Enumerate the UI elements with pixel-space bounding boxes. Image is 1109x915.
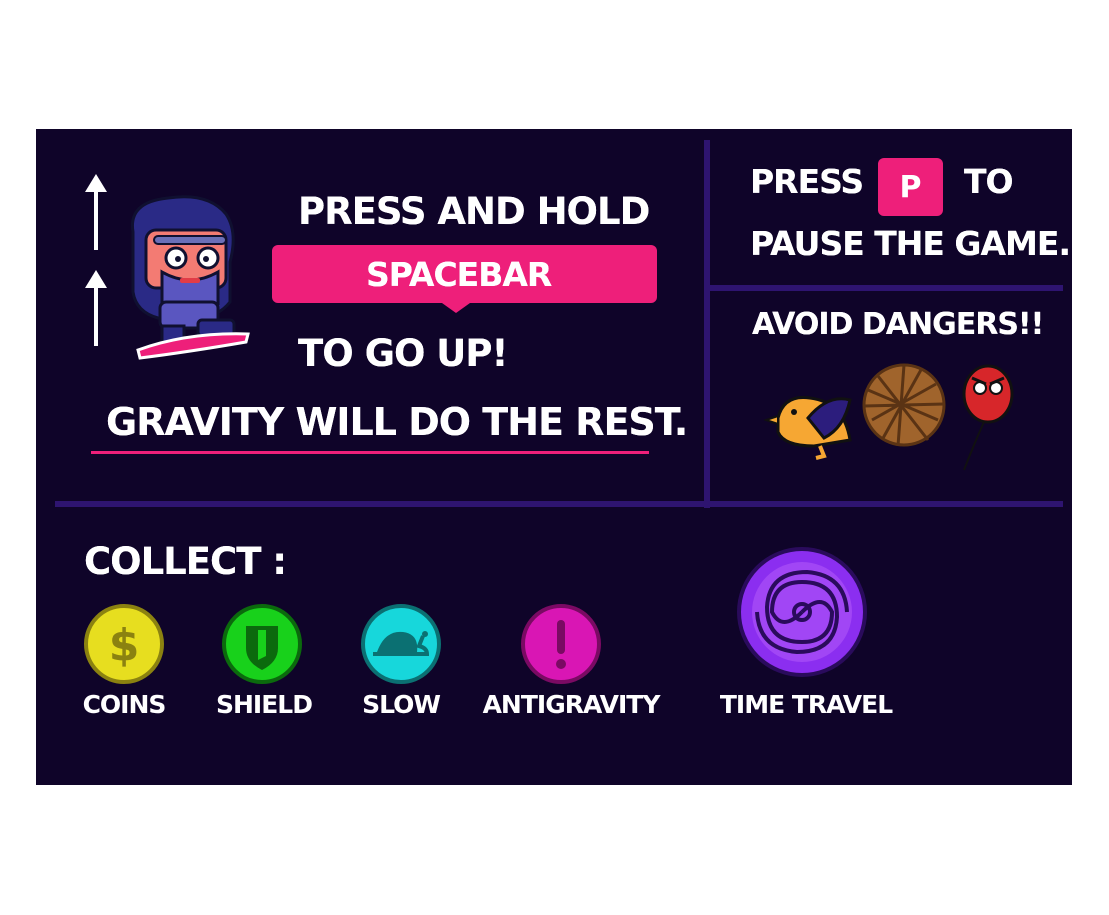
gravity-note-text: GRAVITY WILL DO THE REST. [106, 400, 688, 444]
slow-label: SLOW [362, 690, 441, 719]
tumbleweed-icon [862, 363, 946, 447]
antigravity-icon [521, 604, 601, 684]
press-and-hold-text: PRESS AND HOLD [298, 190, 650, 233]
pause-game-text: PAUSE THE GAME. [750, 224, 1071, 263]
press-text: PRESS [750, 162, 864, 201]
snail-icon [361, 604, 441, 684]
gravity-underline [91, 451, 649, 454]
spacebar-label: SPACEBAR [366, 255, 552, 294]
to-go-up-text: TO GO UP! [298, 332, 508, 375]
up-arrow-icon [85, 174, 107, 250]
up-arrow-icon [85, 270, 107, 346]
vortex-icon [737, 547, 867, 677]
avoid-dangers-title: AVOID DANGERS!! [752, 307, 1044, 342]
svg-text:$: $ [109, 620, 140, 671]
shield-icon [222, 604, 302, 684]
bird-icon [764, 395, 852, 460]
main-horizontal-divider [55, 501, 1063, 507]
vertical-divider [704, 140, 710, 508]
time-travel-label: TIME TRAVEL [719, 690, 893, 719]
to-text: TO [964, 162, 1014, 201]
collect-title: COLLECT : [84, 540, 287, 583]
shield-label: SHIELD [216, 690, 313, 719]
angry-balloon-icon [962, 364, 1014, 471]
player-character-icon [130, 195, 250, 360]
dollar-coin-icon: $ [84, 604, 164, 684]
antigravity-label: ANTIGRAVITY [482, 690, 661, 719]
pause-key: P [878, 158, 943, 216]
right-horizontal-divider [710, 285, 1063, 291]
coins-label: COINS [82, 690, 167, 719]
